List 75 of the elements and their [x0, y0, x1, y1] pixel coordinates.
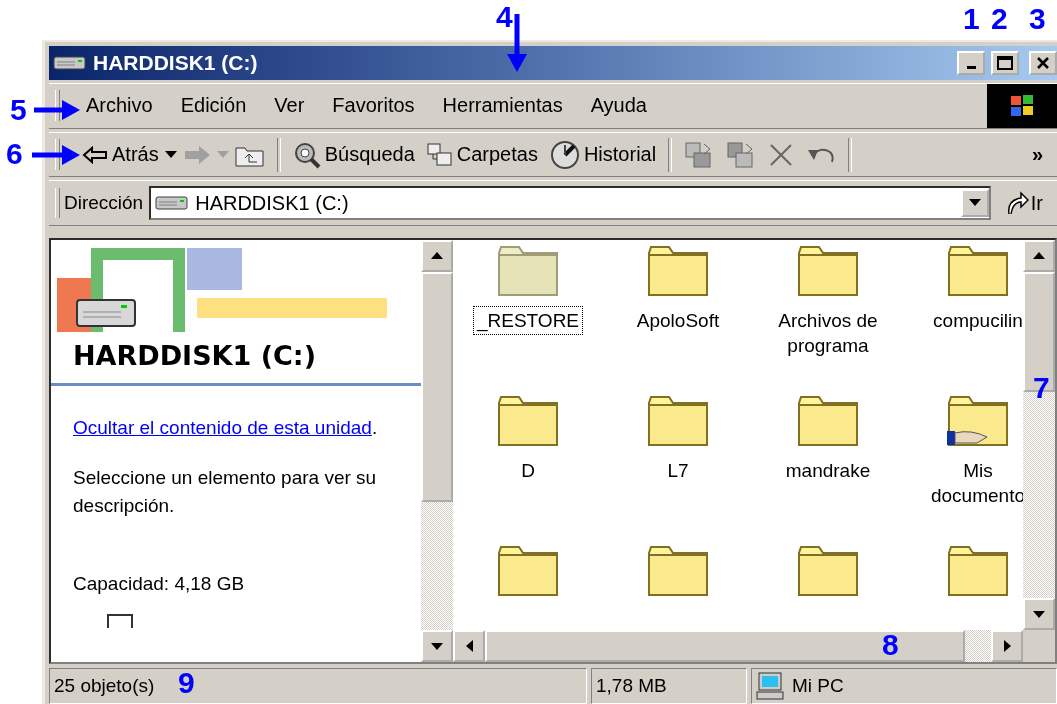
- minimize-icon: [966, 66, 976, 70]
- maximize-button[interactable]: [991, 50, 1019, 75]
- hide-contents-text: Ocultar el contenido de esta unidad.: [72, 415, 379, 440]
- folders-icon: [426, 142, 453, 167]
- right-arrow-icon: [32, 144, 80, 166]
- description-text: Seleccione un elemento para ver su descripción.: [72, 465, 378, 518]
- capacity-text: Capacidad: 4,18 GB: [72, 571, 246, 596]
- back-button[interactable]: Atrás: [76, 143, 165, 166]
- dropdown-caret-icon: [968, 199, 981, 208]
- more-button[interactable]: »: [1025, 143, 1049, 166]
- annotation-number: 7: [1033, 373, 1050, 403]
- annotation-number: 4: [496, 2, 513, 32]
- menu-item[interactable]: Edición: [178, 94, 249, 118]
- annotation-number: 9: [178, 668, 195, 698]
- folder-name[interactable]: Archivos de programa: [762, 305, 894, 360]
- menu-item[interactable]: Herramientas: [440, 94, 565, 118]
- hide-contents-link[interactable]: Ocultar el contenido de esta unidad: [73, 416, 372, 438]
- up-triangle-icon: [1033, 252, 1045, 260]
- scroll-up-button[interactable]: [1023, 239, 1055, 272]
- annotation-number: 6: [6, 139, 23, 169]
- folder-name[interactable]: compucilin: [929, 305, 1023, 335]
- horizontal-scrollbar[interactable]: [453, 630, 1055, 663]
- search-icon: [292, 140, 321, 169]
- right-arrow-icon: [34, 99, 80, 121]
- status-size: 1,78 MB: [591, 668, 747, 704]
- menu-item[interactable]: Archivo: [84, 94, 155, 118]
- scroll-right-button[interactable]: [991, 630, 1023, 663]
- search-button[interactable]: Búsqueda: [286, 140, 421, 169]
- scroll-left-button[interactable]: [453, 630, 485, 663]
- scroll-down-button[interactable]: [421, 630, 453, 663]
- window-title: HARDDISK1 (C:): [93, 50, 259, 75]
- drive-icon: [53, 54, 87, 71]
- close-icon: [1036, 55, 1050, 70]
- scroll-thumb[interactable]: [485, 630, 965, 663]
- down-triangle-icon: [1033, 610, 1045, 618]
- annotation-number: 1: [963, 4, 980, 34]
- dropdown-button[interactable]: [960, 189, 989, 218]
- folder-name[interactable]: _RESTORE: [472, 305, 584, 335]
- status-zone: Mi PC: [751, 668, 1057, 704]
- maximize-icon: [997, 55, 1013, 70]
- computer-icon: [756, 672, 786, 701]
- vertical-scrollbar[interactable]: [421, 239, 453, 663]
- drive-icon: [155, 195, 190, 212]
- vertical-scrollbar[interactable]: [1023, 239, 1055, 631]
- history-button[interactable]: Historial: [543, 139, 663, 170]
- up-triangle-icon: [431, 252, 443, 260]
- scroll-up-button[interactable]: [421, 239, 453, 272]
- go-button[interactable]: Ir: [990, 190, 1057, 217]
- close-button[interactable]: [1029, 50, 1057, 75]
- back-arrow-icon: [82, 145, 108, 164]
- right-triangle-icon: [1003, 640, 1011, 653]
- annotation-number: 3: [1029, 4, 1046, 34]
- folders-button[interactable]: Carpetas: [420, 142, 544, 167]
- scroll-thumb[interactable]: [421, 271, 453, 502]
- left-triangle-icon: [465, 640, 473, 653]
- menu-item[interactable]: Ayuda: [588, 94, 649, 118]
- down-triangle-icon: [431, 642, 443, 650]
- annotation-number: 2: [991, 4, 1008, 34]
- scroll-down-button[interactable]: [1023, 598, 1055, 631]
- folder-name[interactable]: L7: [663, 455, 693, 485]
- address-label: Dirección: [64, 192, 145, 215]
- minimize-button[interactable]: [957, 50, 985, 75]
- annotation-number: 8: [882, 630, 899, 660]
- annotation-number: 5: [10, 95, 27, 125]
- folder-name[interactable]: mandrake: [781, 455, 875, 485]
- delete-icon: [768, 141, 795, 168]
- address-field[interactable]: HARDDISK1 (C:): [149, 186, 991, 221]
- folder-name[interactable]: D: [517, 455, 539, 485]
- dropdown-caret-icon[interactable]: [164, 150, 177, 159]
- forward-arrow-icon: [182, 144, 211, 165]
- clock-icon: [549, 139, 580, 170]
- menu-item[interactable]: Ver: [272, 94, 307, 118]
- menu-item[interactable]: Favoritos: [330, 94, 417, 118]
- scrollbar-corner: [1023, 630, 1055, 663]
- folder-name[interactable]: ApoloSoft: [632, 305, 724, 335]
